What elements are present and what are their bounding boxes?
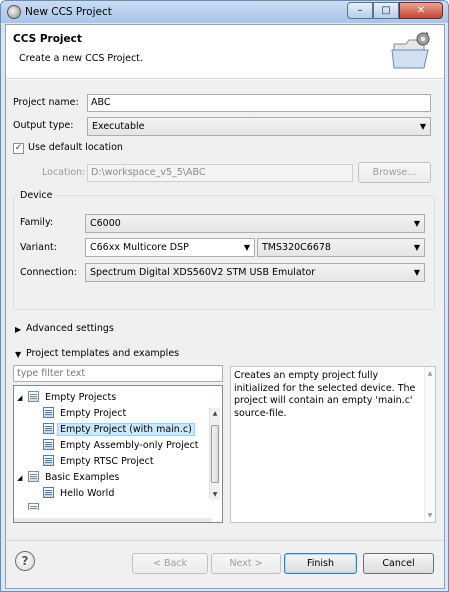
expanded-triangle-icon[interactable]: ◢	[17, 470, 22, 486]
tree-item-label: Hello World	[60, 488, 115, 499]
template-tree: ◢ Empty Projects Empty Project Empty Pro…	[13, 385, 223, 523]
back-button[interactable]: < Back	[132, 553, 208, 574]
advanced-settings-toggle[interactable]: Advanced settings	[26, 323, 114, 334]
family-value: C6000	[90, 218, 121, 229]
scroll-down-icon[interactable]: ▼	[425, 512, 435, 519]
folder-icon	[28, 471, 39, 482]
template-filter-input[interactable]: type filter text	[13, 365, 223, 382]
project-name-input[interactable]: ABC	[87, 94, 431, 112]
tree-item-empty-project[interactable]: Empty Project	[43, 406, 129, 422]
family-select[interactable]: C6000 ▼	[85, 214, 425, 233]
chevron-down-icon: ▼	[413, 268, 420, 277]
description-scrollbar[interactable]: ▲ ▼	[424, 367, 435, 522]
tree-item-empty-rtsc-project[interactable]: Empty RTSC Project	[43, 454, 157, 470]
tree-item-label: Basic Examples	[45, 472, 120, 483]
tree-item-label: Empty Project	[60, 408, 127, 419]
variant-value: TMS320C6678	[262, 242, 331, 253]
tree-item-basic-examples[interactable]: ◢ Basic Examples	[17, 470, 122, 486]
tree-item-empty-assembly-project[interactable]: Empty Assembly-only Project	[43, 438, 202, 454]
chevron-down-icon: ▼	[413, 219, 420, 228]
tree-vertical-scrollbar[interactable]: ▲ ▼	[209, 408, 220, 500]
wizard-banner: CCS Project Create a new CCS Project.	[6, 25, 444, 79]
project-icon	[43, 407, 54, 418]
finish-button[interactable]: Finish	[284, 553, 357, 574]
scroll-thumb[interactable]	[211, 425, 219, 483]
connection-label: Connection:	[20, 267, 77, 278]
chevron-down-icon: ▼	[243, 243, 250, 252]
template-description-box: Creates an empty project fully initializ…	[230, 366, 436, 523]
output-type-select[interactable]: Executable ▼	[87, 117, 431, 136]
banner-title: CCS Project	[13, 33, 82, 45]
project-name-label: Project name:	[13, 97, 79, 108]
output-type-value: Executable	[92, 121, 145, 132]
chevron-down-icon: ▼	[419, 122, 426, 131]
browse-button[interactable]: Browse...	[358, 162, 431, 183]
tree-item-hello-world[interactable]: Hello World	[43, 486, 117, 502]
expanded-triangle-icon[interactable]: ◢	[17, 390, 22, 406]
folder-icon	[28, 391, 39, 402]
banner-description: Create a new CCS Project.	[19, 53, 143, 64]
scroll-up-icon[interactable]: ▲	[210, 408, 220, 419]
tree-horizontal-scrollbar[interactable]	[14, 518, 212, 522]
scroll-up-icon[interactable]: ▲	[425, 370, 435, 377]
dialog-client-area: CCS Project Create a new CCS Project. Pr…	[5, 24, 445, 589]
variant-filter-value: C66xx Multicore DSP	[90, 242, 189, 253]
new-ccs-project-window: New CCS Project – □ ✕ CCS Project Create…	[0, 0, 449, 592]
button-bar-separator	[6, 540, 444, 541]
location-input[interactable]: D:\workspace_v5_5\ABC	[87, 164, 353, 182]
maximize-button[interactable]: □	[373, 2, 399, 19]
next-button[interactable]: Next >	[211, 553, 281, 574]
project-templates-toggle[interactable]: Project templates and examples	[26, 348, 179, 359]
output-type-label: Output type:	[13, 120, 74, 131]
variant-select[interactable]: TMS320C6678 ▼	[257, 238, 425, 257]
project-icon	[43, 423, 54, 434]
cancel-button[interactable]: Cancel	[363, 553, 434, 574]
template-description: Creates an empty project fully initializ…	[234, 370, 416, 419]
title-bar[interactable]: New CCS Project – □ ✕	[1, 1, 448, 23]
project-icon	[43, 455, 54, 466]
window-title: New CCS Project	[25, 6, 112, 18]
collapsed-twisty-icon[interactable]: ▶	[15, 325, 21, 334]
expanded-twisty-icon[interactable]: ▼	[15, 350, 21, 359]
tree-item-label: Empty Projects	[45, 392, 117, 403]
scroll-down-icon[interactable]: ▼	[210, 489, 220, 500]
window-controls: – □ ✕	[347, 2, 443, 19]
project-icon	[43, 439, 54, 450]
chevron-down-icon: ▼	[413, 243, 420, 252]
tree-item-empty-projects[interactable]: ◢ Empty Projects	[17, 390, 119, 406]
tree-item-partial	[17, 502, 39, 510]
new-project-folder-icon	[391, 31, 430, 69]
variant-filter-select[interactable]: C66xx Multicore DSP ▼	[85, 238, 255, 257]
close-button[interactable]: ✕	[399, 2, 443, 19]
app-icon	[7, 5, 21, 19]
location-label: Location:	[42, 167, 86, 178]
use-default-location-label: Use default location	[28, 142, 123, 153]
folder-icon	[28, 503, 39, 510]
minimize-button[interactable]: –	[347, 2, 373, 19]
project-icon	[43, 487, 54, 498]
tree-item-label: Empty Project (with main.c)	[57, 423, 195, 436]
connection-select[interactable]: Spectrum Digital XDS560V2 STM USB Emulat…	[85, 263, 425, 282]
connection-value: Spectrum Digital XDS560V2 STM USB Emulat…	[90, 267, 316, 278]
wizard-body: Project name: ABC Output type: Executabl…	[6, 80, 444, 588]
help-icon[interactable]: ?	[15, 551, 35, 571]
device-group-title: Device	[17, 190, 56, 201]
tree-item-label: Empty Assembly-only Project	[60, 440, 199, 451]
tree-item-label: Empty RTSC Project	[60, 456, 154, 467]
variant-label: Variant:	[20, 242, 57, 253]
tree-item-empty-project-with-main[interactable]: Empty Project (with main.c)	[43, 422, 195, 438]
family-label: Family:	[20, 217, 54, 228]
use-default-location-checkbox[interactable]: ✓	[13, 143, 24, 154]
